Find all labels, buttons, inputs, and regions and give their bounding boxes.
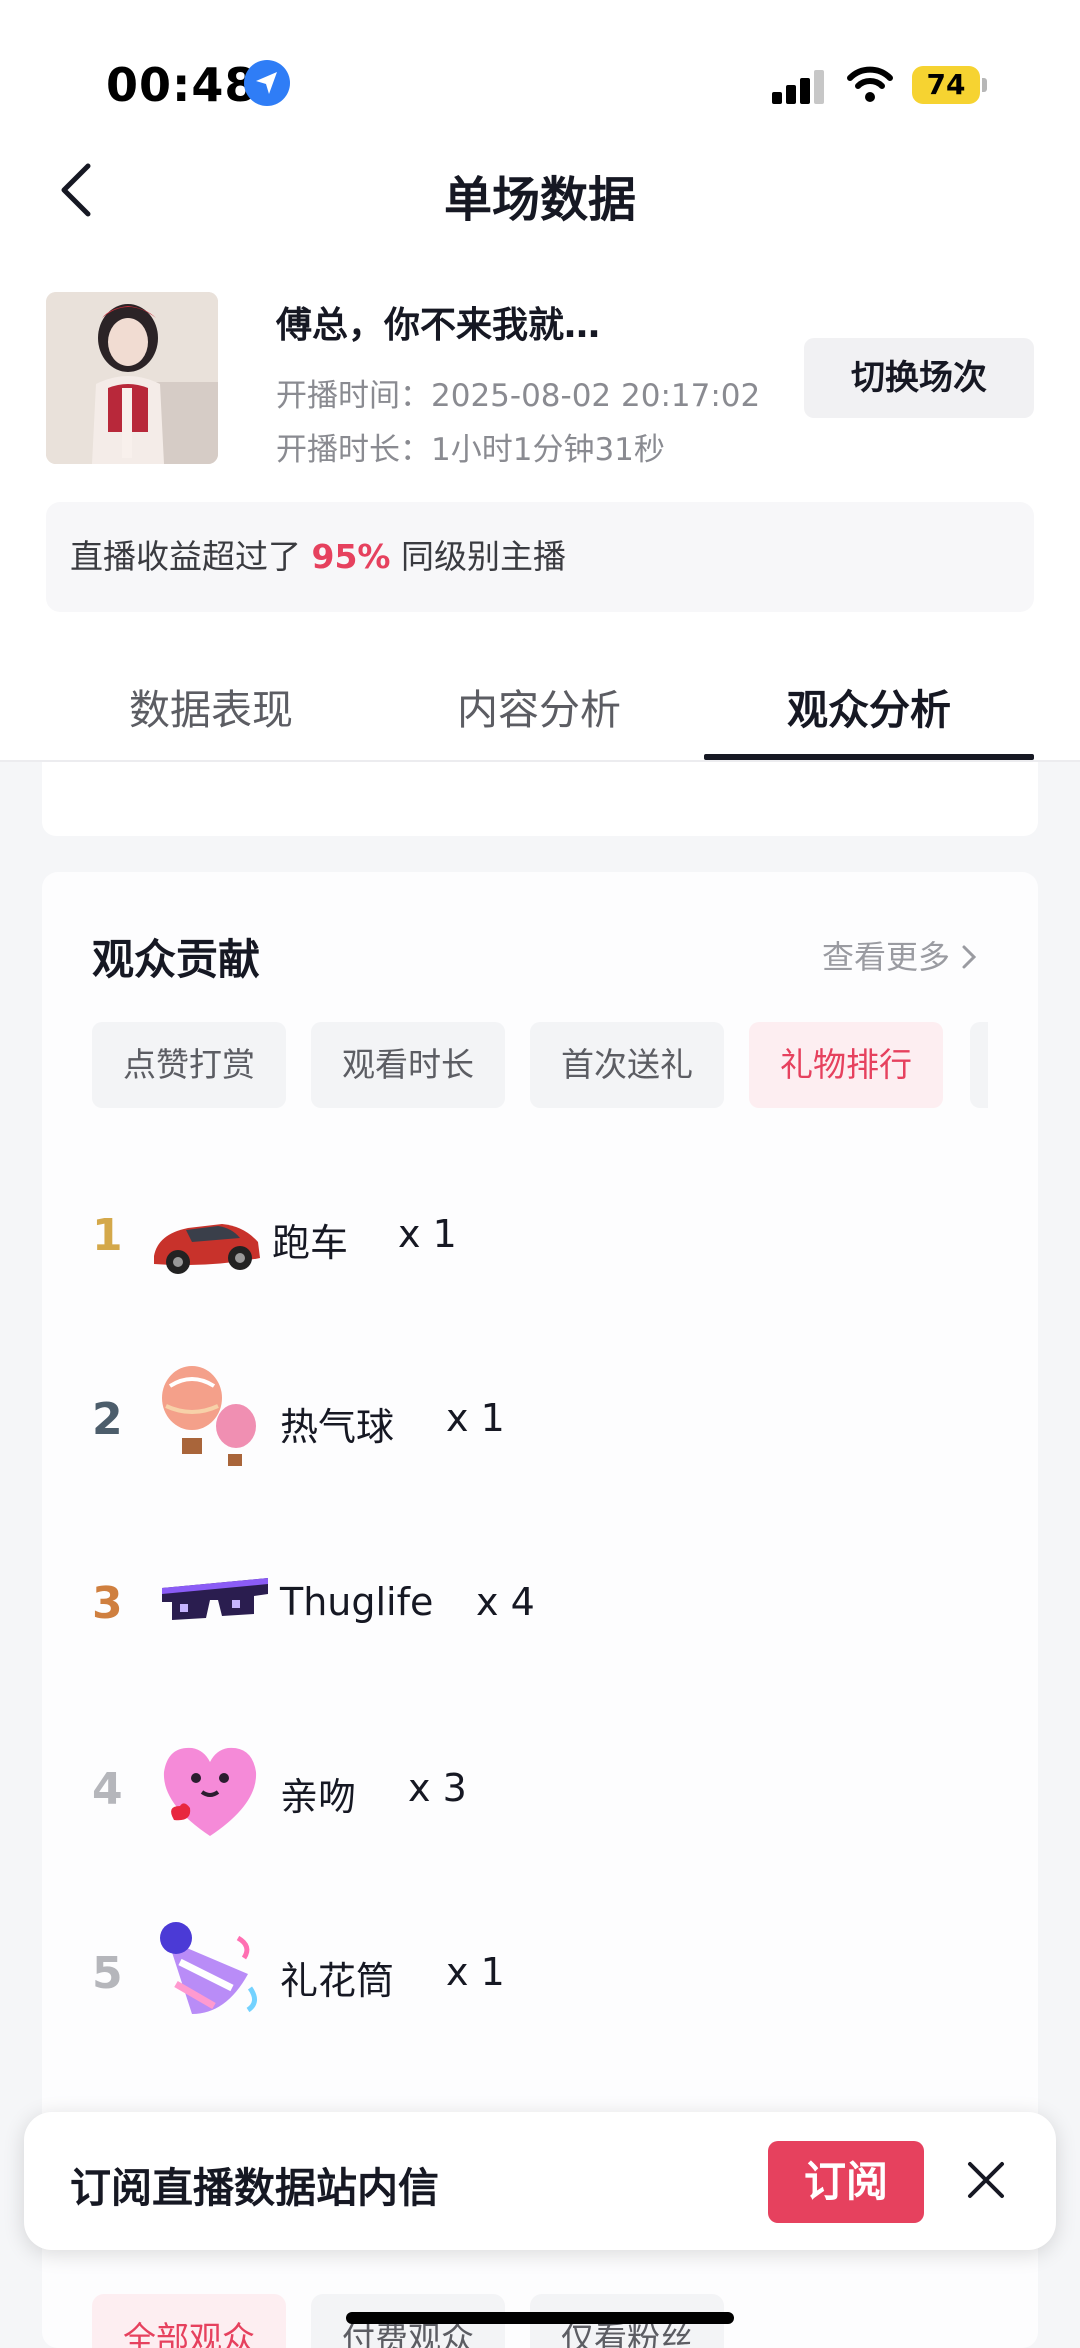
- stream-start-time: 开播时间：2025-08-02 20:17:02: [276, 378, 761, 414]
- tab-audience-analysis[interactable]: 观众分析: [704, 676, 1034, 736]
- gift-name: 跑车: [272, 1221, 349, 1265]
- chip-likes-gifts[interactable]: 点赞打赏: [92, 1022, 286, 1108]
- filter-all-audience[interactable]: 全部观众: [92, 2294, 286, 2348]
- rank-number: 3: [92, 1578, 123, 1629]
- tab-data-performance[interactable]: 数据表现: [46, 676, 376, 736]
- tab-content-analysis[interactable]: 内容分析: [374, 676, 704, 736]
- view-more-link[interactable]: 查看更多: [822, 932, 978, 978]
- rank-suffix: 同级别主播: [401, 537, 566, 576]
- rank-prefix: 直播收益超过了: [70, 537, 301, 576]
- battery-indicator: 74: [912, 66, 980, 104]
- page-title: 单场数据: [443, 172, 636, 228]
- pixel-sunglasses-icon: [162, 1578, 268, 1620]
- rank-number: 1: [92, 1210, 123, 1261]
- party-popper-icon: [160, 1922, 257, 2014]
- chip-watch-time[interactable]: 观看时长: [311, 1022, 505, 1108]
- close-icon[interactable]: [964, 2158, 1008, 2202]
- sports-car-icon: [154, 1224, 260, 1274]
- gift-count: x 1: [398, 1212, 457, 1256]
- revenue-rank-banner: 直播收益超过了 95% 同级别主播: [46, 502, 1034, 612]
- view-more-label: 查看更多: [822, 938, 951, 976]
- hot-air-balloon-icon: [162, 1366, 256, 1466]
- location-arrow-icon: [244, 60, 290, 106]
- stream-thumbnail: [46, 292, 218, 464]
- chevron-right-icon: [962, 945, 977, 969]
- gift-count: x 3: [408, 1766, 467, 1810]
- battery-cap: [982, 78, 987, 92]
- switch-session-button[interactable]: 切换场次: [804, 338, 1034, 418]
- rank-number: 5: [92, 1948, 123, 1999]
- home-indicator: [346, 2312, 734, 2324]
- chip-overflow-edge: [970, 1022, 988, 1108]
- status-time: 00:48: [106, 58, 258, 112]
- chip-gift-ranking[interactable]: 礼物排行: [749, 1022, 943, 1108]
- gift-count: x 1: [446, 1950, 505, 1994]
- rank-number: 2: [92, 1394, 123, 1445]
- gift-name: 礼花筒: [280, 1959, 395, 2003]
- wifi-icon: [847, 66, 893, 102]
- subscribe-popup-text: 订阅直播数据站内信: [70, 2164, 439, 2212]
- stream-title: 傅总，你不来我就…: [276, 305, 601, 346]
- gift-name: 亲吻: [280, 1775, 357, 1819]
- cellular-signal-icon: [772, 70, 826, 104]
- gift-count: x 4: [476, 1580, 535, 1624]
- rank-number: 4: [92, 1764, 123, 1815]
- rank-percent: 95%: [311, 537, 391, 576]
- previous-card: [42, 762, 1038, 836]
- gift-count: x 1: [446, 1396, 505, 1440]
- subscribe-button[interactable]: 订阅: [768, 2141, 924, 2223]
- chip-first-gift[interactable]: 首次送礼: [530, 1022, 724, 1108]
- stream-duration: 开播时长：1小时1分钟31秒: [276, 432, 665, 468]
- gift-name: Thuglife: [280, 1580, 434, 1624]
- kiss-heart-icon: [163, 1747, 257, 1836]
- gift-name: 热气球: [280, 1405, 395, 1449]
- section-title: 观众贡献: [92, 935, 261, 984]
